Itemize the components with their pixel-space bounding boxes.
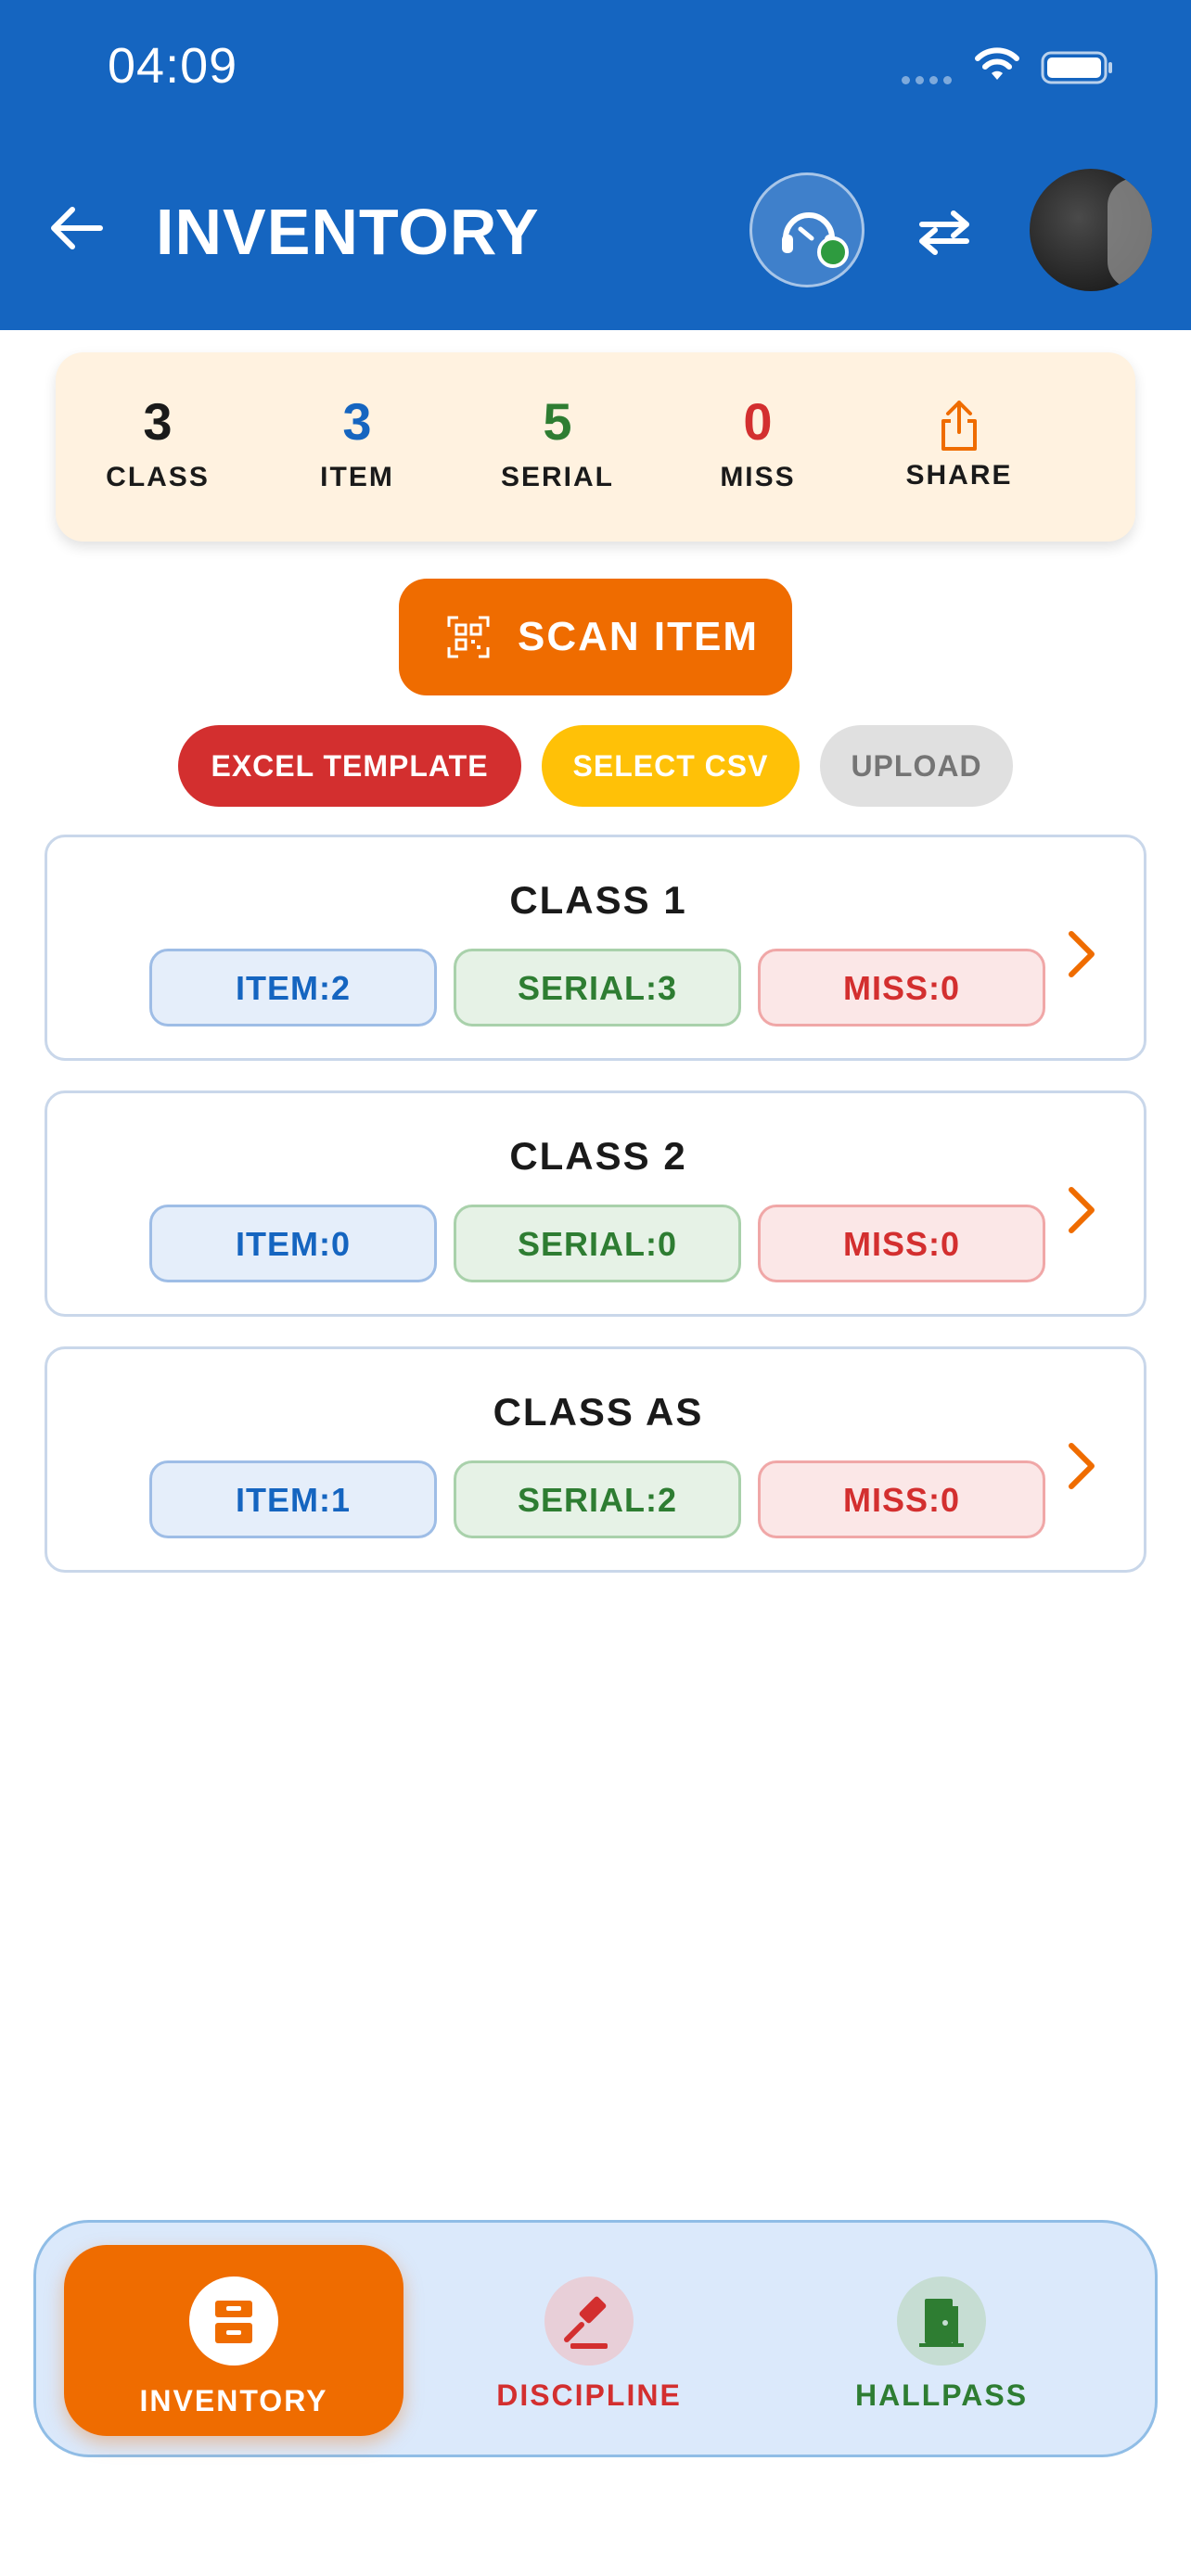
chevron-right-icon bbox=[1069, 1187, 1095, 1233]
nav-label-inventory: INVENTORY bbox=[139, 2384, 328, 2417]
nav-item-hallpass[interactable]: HALLPASS bbox=[765, 2245, 1118, 2436]
inbox-tray-icon bbox=[215, 2301, 252, 2343]
stat-label: ITEM bbox=[320, 462, 394, 492]
discipline-icon-badge bbox=[544, 2276, 634, 2366]
share-button[interactable]: SHARE bbox=[866, 399, 1052, 491]
scan-item-label: SCAN ITEM bbox=[518, 614, 759, 659]
stat-label: CLASS bbox=[106, 462, 210, 492]
select-csv-button[interactable]: SELECT CSV bbox=[542, 725, 800, 807]
bottom-navigation: INVENTORY DISCIPLINE HALLPASS bbox=[33, 2220, 1158, 2457]
back-arrow-icon[interactable] bbox=[46, 198, 106, 258]
stat-label: MISS bbox=[720, 462, 796, 492]
serial-count-chip: SERIAL:0 bbox=[454, 1205, 741, 1282]
qr-scan-icon bbox=[447, 616, 490, 658]
app-header: 04:09 INVENTORY bbox=[0, 0, 1191, 330]
stat-miss: 0 MISS bbox=[665, 391, 851, 493]
class-name: CLASS AS bbox=[493, 1390, 704, 1434]
hallpass-icon-badge bbox=[897, 2276, 986, 2366]
stat-label: SERIAL bbox=[500, 462, 614, 492]
share-icon bbox=[941, 401, 977, 451]
share-label: SHARE bbox=[905, 460, 1013, 491]
class-card[interactable]: CLASS 1 ITEM:2 SERIAL:3 MISS:0 bbox=[45, 835, 1146, 1061]
swap-arrows-icon[interactable] bbox=[915, 206, 974, 258]
user-avatar[interactable] bbox=[1030, 169, 1152, 291]
miss-count-chip: MISS:0 bbox=[758, 1205, 1045, 1282]
item-count-chip: ITEM:1 bbox=[149, 1460, 437, 1538]
nav-item-discipline[interactable]: DISCIPLINE bbox=[413, 2245, 765, 2436]
class-name: CLASS 1 bbox=[509, 878, 687, 922]
wifi-icon bbox=[975, 47, 1019, 80]
nav-label-discipline: DISCIPLINE bbox=[496, 2378, 682, 2412]
excel-template-button[interactable]: EXCEL TEMPLATE bbox=[178, 725, 521, 807]
inventory-icon-badge bbox=[189, 2276, 278, 2366]
chevron-right-icon bbox=[1069, 931, 1095, 977]
item-count-chip: ITEM:2 bbox=[149, 949, 437, 1027]
stat-serial: 5 SERIAL bbox=[465, 391, 650, 493]
stat-value: 0 bbox=[743, 392, 773, 451]
nav-label-hallpass: HALLPASS bbox=[854, 2378, 1029, 2412]
nav-item-inventory[interactable]: INVENTORY bbox=[64, 2245, 403, 2436]
stat-value: 5 bbox=[543, 392, 572, 451]
door-exit-icon bbox=[919, 2299, 964, 2347]
page-title: INVENTORY bbox=[156, 196, 540, 268]
battery-icon bbox=[1041, 51, 1112, 84]
chevron-right-icon bbox=[1069, 1443, 1095, 1489]
support-button[interactable] bbox=[749, 172, 864, 287]
miss-count-chip: MISS:0 bbox=[758, 949, 1045, 1027]
class-card[interactable]: CLASS AS ITEM:1 SERIAL:2 MISS:0 bbox=[45, 1346, 1146, 1573]
gavel-icon bbox=[564, 2296, 608, 2349]
signal-dots-icon bbox=[902, 72, 957, 84]
scan-item-button[interactable]: SCAN ITEM bbox=[399, 579, 792, 695]
online-status-dot bbox=[817, 236, 849, 268]
serial-count-chip: SERIAL:2 bbox=[454, 1460, 741, 1538]
item-count-chip: ITEM:0 bbox=[149, 1205, 437, 1282]
miss-count-chip: MISS:0 bbox=[758, 1460, 1045, 1538]
status-time: 04:09 bbox=[108, 38, 238, 94]
stat-value: 3 bbox=[143, 392, 173, 451]
summary-card: 3 CLASS 3 ITEM 5 SERIAL 0 MISS SHARE bbox=[56, 352, 1135, 542]
upload-button[interactable]: UPLOAD bbox=[820, 725, 1013, 807]
stat-class: 3 CLASS bbox=[65, 391, 250, 493]
stat-value: 3 bbox=[342, 392, 372, 451]
class-card[interactable]: CLASS 2 ITEM:0 SERIAL:0 MISS:0 bbox=[45, 1090, 1146, 1317]
serial-count-chip: SERIAL:3 bbox=[454, 949, 741, 1027]
class-name: CLASS 2 bbox=[509, 1134, 687, 1178]
stat-item: 3 ITEM bbox=[264, 391, 450, 493]
